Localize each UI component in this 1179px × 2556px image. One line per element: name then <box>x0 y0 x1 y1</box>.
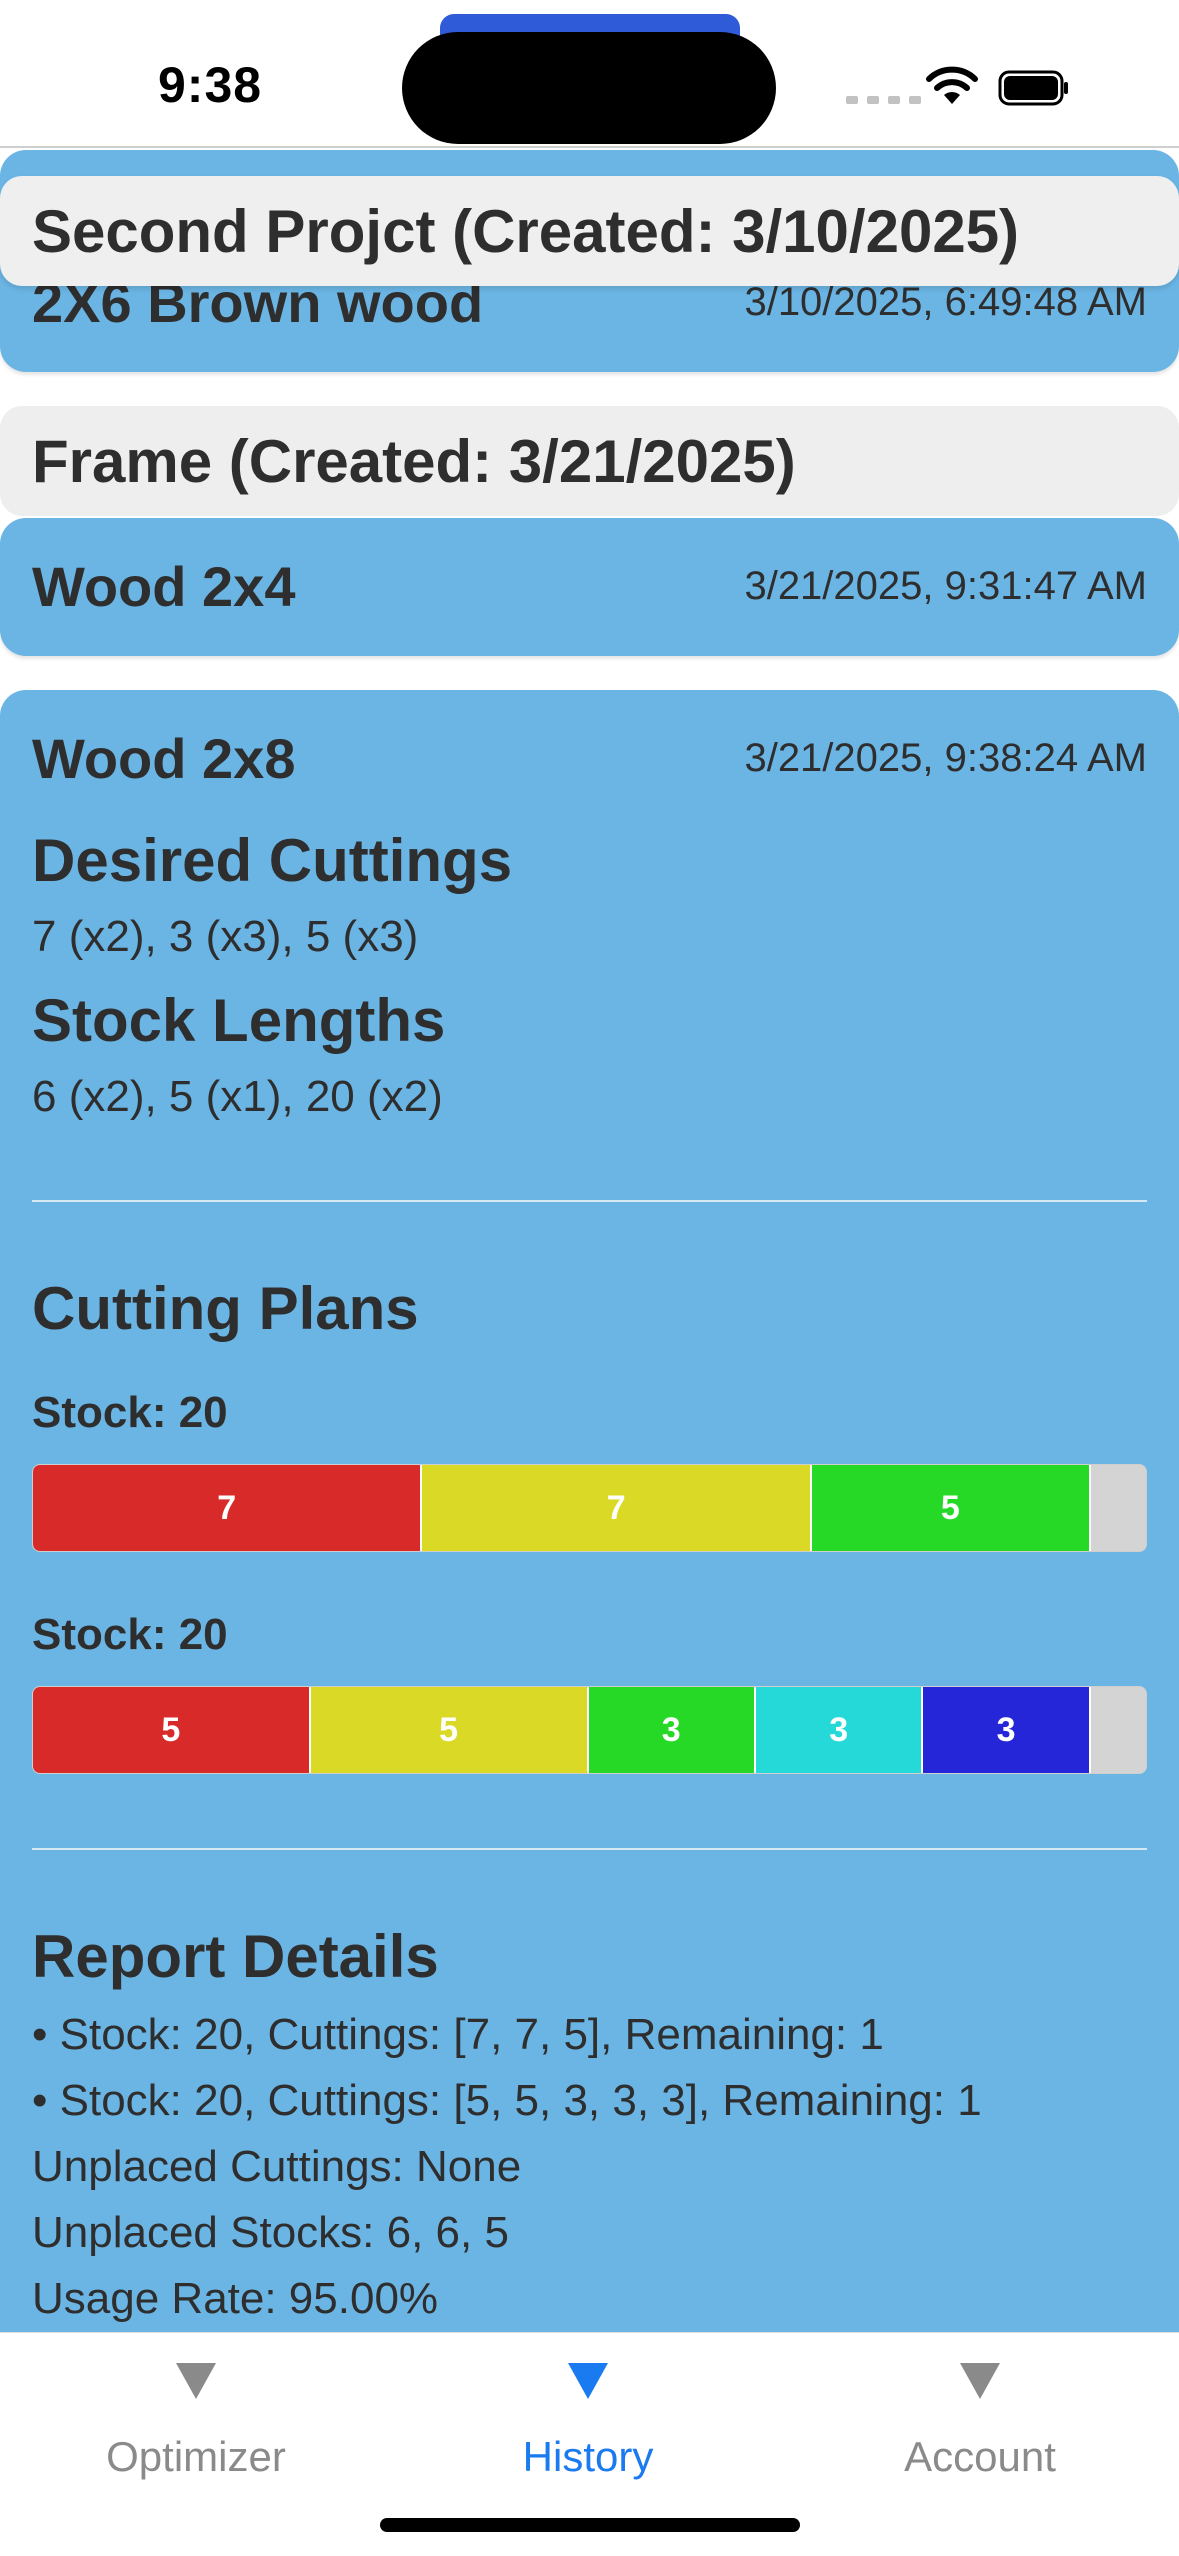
cut-segment: 3 <box>923 1687 1091 1773</box>
stock-lengths-value: 6 (x2), 5 (x1), 20 (x2) <box>32 1072 443 1121</box>
item-date: 3/10/2025, 6:49:48 AM <box>744 280 1147 324</box>
cut-segment: 5 <box>811 1465 1091 1551</box>
tab-account[interactable]: Account <box>830 2363 1130 2481</box>
history-item-card-expanded[interactable]: Wood 2x8 3/21/2025, 9:38:24 AM Desired C… <box>0 690 1179 2332</box>
tab-label: Account <box>904 2433 1056 2480</box>
desired-cuttings-heading: Desired Cuttings <box>32 827 513 894</box>
item-date: 3/21/2025, 9:38:24 AM <box>744 736 1147 780</box>
triangle-down-icon <box>176 2363 216 2399</box>
status-time: 9:38 <box>158 57 263 113</box>
plan-stock-label: Stock: 20 <box>32 1610 228 1659</box>
cutting-plan-bar: 55333 <box>32 1686 1147 1774</box>
home-indicator <box>380 2518 800 2532</box>
cut-segment: 5 <box>33 1687 311 1773</box>
dynamic-island <box>402 32 776 144</box>
cutting-plan-bar: 775 <box>32 1464 1147 1552</box>
divider <box>32 1848 1147 1850</box>
tab-history[interactable]: History <box>438 2363 738 2481</box>
cut-segment: 7 <box>422 1465 812 1551</box>
history-item-card[interactable]: Wood 2x4 3/21/2025, 9:31:47 AM <box>0 518 1179 656</box>
history-list[interactable]: 2X6 Brown wood 3/10/2025, 6:49:48 AM Sec… <box>0 150 1179 2332</box>
report-line: Usage Rate: 95.00% <box>32 2274 439 2323</box>
status-bar: 9:38 <box>0 0 1179 148</box>
item-title: Wood 2x4 <box>32 555 296 618</box>
triangle-down-icon <box>960 2363 1000 2399</box>
item-date: 3/21/2025, 9:31:47 AM <box>744 564 1147 608</box>
report-line: • Stock: 20, Cuttings: [7, 7, 5], Remain… <box>32 2010 884 2059</box>
report-line: Unplaced Cuttings: None <box>32 2142 522 2191</box>
cutting-plans-heading: Cutting Plans <box>32 1275 419 1342</box>
project-header: Frame (Created: 3/21/2025) <box>0 406 1179 516</box>
wifi-icon <box>926 66 978 104</box>
report-line: • Stock: 20, Cuttings: [5, 5, 3, 3, 3], … <box>32 2076 982 2125</box>
triangle-down-icon <box>568 2363 608 2399</box>
tab-label: Optimizer <box>106 2433 286 2480</box>
divider <box>32 1200 1147 1202</box>
cut-segment: 5 <box>310 1687 589 1773</box>
report-line: Unplaced Stocks: 6, 6, 5 <box>32 2208 509 2257</box>
desired-cuttings-value: 7 (x2), 3 (x3), 5 (x3) <box>32 912 419 961</box>
tab-label: History <box>522 2433 654 2480</box>
project-header: Second Projct (Created: 3/10/2025) <box>0 176 1179 286</box>
remaining-segment <box>1090 1687 1146 1773</box>
stock-lengths-heading: Stock Lengths <box>32 987 446 1054</box>
cut-segment: 3 <box>755 1687 924 1773</box>
remaining-segment <box>1090 1465 1146 1551</box>
report-details-heading: Report Details <box>32 1923 439 1990</box>
item-title: Wood 2x8 <box>32 727 296 790</box>
cut-segment: 7 <box>33 1465 423 1551</box>
cut-segment: 3 <box>588 1687 756 1773</box>
cellular-signal-icon <box>846 96 921 104</box>
battery-icon <box>998 70 1068 106</box>
tab-optimizer[interactable]: Optimizer <box>46 2363 346 2481</box>
plan-stock-label: Stock: 20 <box>32 1388 228 1437</box>
